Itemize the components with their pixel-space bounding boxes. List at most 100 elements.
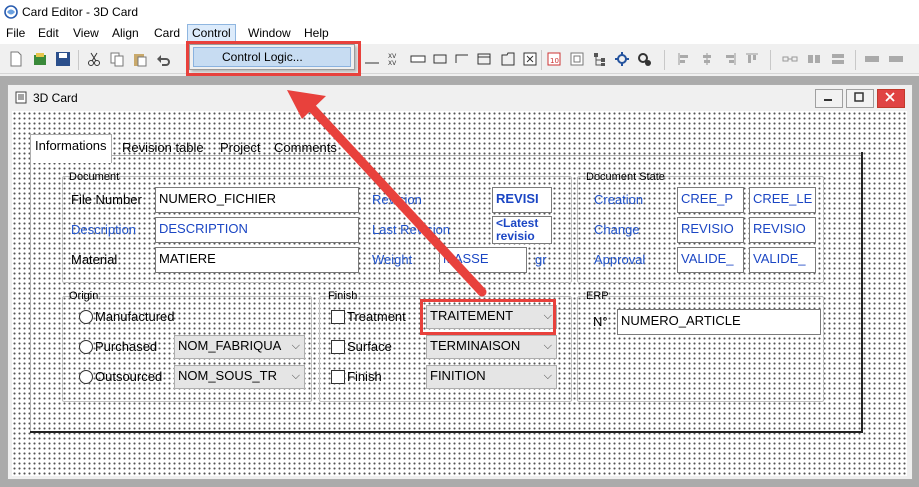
- outsourced-label: Outsourced: [95, 369, 163, 384]
- close-icon: [885, 92, 895, 102]
- toolbar: XV XV 10: [0, 44, 919, 74]
- revision-field[interactable]: REVISI: [492, 187, 552, 213]
- svg-text:XV: XV: [388, 60, 397, 67]
- menu-window[interactable]: Window: [248, 25, 291, 41]
- creation-date-field[interactable]: CREE_LE: [749, 187, 816, 213]
- align-top-icon[interactable]: [744, 51, 760, 67]
- same-width-icon[interactable]: [782, 51, 798, 67]
- manufactured-label: Manufactured: [95, 309, 175, 324]
- surface-checkbox[interactable]: [331, 340, 345, 354]
- origin-group-label: Origin: [69, 290, 99, 302]
- tab-page-right-border: [861, 152, 863, 432]
- save-icon[interactable]: [55, 51, 71, 67]
- undo-icon[interactable]: [155, 51, 171, 67]
- menu-view[interactable]: View: [73, 25, 99, 41]
- tree-icon[interactable]: [592, 51, 608, 67]
- outsourced-combo-value: NOM_SOUS_TR: [178, 368, 277, 383]
- same-height-icon[interactable]: [806, 51, 822, 67]
- control-logic-highlight: [186, 41, 361, 76]
- erp-number-field[interactable]: NUMERO_ARTICLE: [617, 309, 821, 335]
- app-icon: [4, 5, 18, 19]
- frame-icon[interactable]: [476, 51, 492, 67]
- erp-number-label: N°: [593, 314, 608, 329]
- tab-revision-table[interactable]: Revision table: [118, 137, 208, 158]
- minimize-button[interactable]: [815, 89, 843, 108]
- weight-field[interactable]: MASSE: [439, 247, 527, 273]
- new-icon[interactable]: [8, 51, 24, 67]
- chevron-down-icon: ⌵: [291, 340, 300, 352]
- file-number-field[interactable]: NUMERO_FICHIER: [155, 187, 359, 213]
- tab-informations[interactable]: Informations: [30, 134, 112, 163]
- change-by-field[interactable]: REVISIO: [677, 217, 744, 243]
- tab-project[interactable]: Project: [216, 137, 264, 158]
- material-field[interactable]: MATIERE: [155, 247, 359, 273]
- chevron-down-icon: ⌵: [543, 340, 552, 352]
- purchased-radio[interactable]: [79, 340, 93, 354]
- treatment-checkbox[interactable]: [331, 310, 345, 324]
- manufactured-radio[interactable]: [79, 310, 93, 324]
- logic-gear-icon[interactable]: [614, 51, 630, 67]
- approval-by-field[interactable]: VALIDE_: [677, 247, 744, 273]
- finish-combo[interactable]: FINITION ⌵: [426, 365, 557, 389]
- menu-control[interactable]: Control: [187, 24, 236, 42]
- treatment-label: Treatment: [347, 309, 406, 324]
- box-icon[interactable]: [432, 51, 448, 67]
- design-canvas[interactable]: [12, 111, 907, 476]
- title-bar: Card Editor - 3D Card: [0, 0, 919, 24]
- menu-file[interactable]: File: [6, 25, 25, 41]
- menu-card[interactable]: Card: [154, 25, 180, 41]
- space-horizontal-icon[interactable]: [864, 51, 880, 67]
- erp-group-label: ERP: [586, 290, 609, 302]
- finish-checkbox[interactable]: [331, 370, 345, 384]
- menu-bar: File Edit View Align Card Control Window…: [0, 24, 919, 44]
- svg-text:XV: XV: [388, 53, 397, 60]
- xy-icon[interactable]: XVXV: [386, 51, 402, 67]
- tab-comments[interactable]: Comments: [270, 137, 341, 158]
- file-number-label: File Number: [71, 192, 142, 207]
- align-left-icon[interactable]: [676, 51, 692, 67]
- open-icon[interactable]: [32, 51, 48, 67]
- creation-by-field[interactable]: CREE_P: [677, 187, 744, 213]
- copy-icon[interactable]: [109, 51, 125, 67]
- same-size-icon[interactable]: [830, 51, 846, 67]
- group-icon[interactable]: [454, 51, 470, 67]
- description-label: Description: [71, 222, 137, 237]
- calendar-icon[interactable]: 10: [546, 51, 562, 67]
- maximize-button[interactable]: [846, 89, 874, 108]
- last-revision-label: Last Revision: [372, 222, 451, 237]
- last-revision-field[interactable]: <Latest revisio: [492, 216, 552, 244]
- change-date-field[interactable]: REVISIO: [749, 217, 816, 243]
- tab-page-left-border: [30, 155, 31, 431]
- align-center-icon[interactable]: [699, 51, 715, 67]
- window-title: Card Editor - 3D Card: [22, 5, 139, 19]
- space-vertical-icon[interactable]: [888, 51, 904, 67]
- surface-combo[interactable]: TERMINAISON ⌵: [426, 335, 557, 359]
- field-icon[interactable]: [410, 51, 426, 67]
- purchased-combo-value: NOM_FABRIQUA: [178, 338, 282, 353]
- outsourced-combo[interactable]: NOM_SOUS_TR ⌵: [174, 365, 305, 389]
- weight-unit: gr: [535, 252, 547, 267]
- image-icon[interactable]: [569, 51, 585, 67]
- approval-date-field[interactable]: VALIDE_: [749, 247, 816, 273]
- creation-label: Creation: [594, 192, 644, 207]
- view-gear-icon[interactable]: [636, 51, 652, 67]
- description-field[interactable]: DESCRIPTION: [155, 217, 359, 243]
- paste-icon[interactable]: [132, 51, 148, 67]
- treatment-combo-highlight: [420, 299, 556, 335]
- approval-label: Approval: [594, 252, 646, 267]
- menu-help[interactable]: Help: [304, 25, 329, 41]
- card-icon: [15, 91, 27, 104]
- line-icon[interactable]: [364, 51, 380, 67]
- outsourced-radio[interactable]: [79, 370, 93, 384]
- menu-align[interactable]: Align: [112, 25, 139, 41]
- close-button[interactable]: [877, 89, 905, 108]
- align-right-icon[interactable]: [722, 51, 738, 67]
- cut-icon[interactable]: [86, 51, 102, 67]
- surface-combo-value: TERMINAISON: [430, 338, 521, 353]
- tab-icon[interactable]: [500, 51, 516, 67]
- document-state-group-label: Document State: [586, 171, 665, 183]
- clear-icon[interactable]: [522, 51, 538, 67]
- menu-edit[interactable]: Edit: [38, 25, 59, 41]
- chevron-down-icon: ⌵: [291, 370, 300, 382]
- purchased-combo[interactable]: NOM_FABRIQUA ⌵: [174, 335, 305, 359]
